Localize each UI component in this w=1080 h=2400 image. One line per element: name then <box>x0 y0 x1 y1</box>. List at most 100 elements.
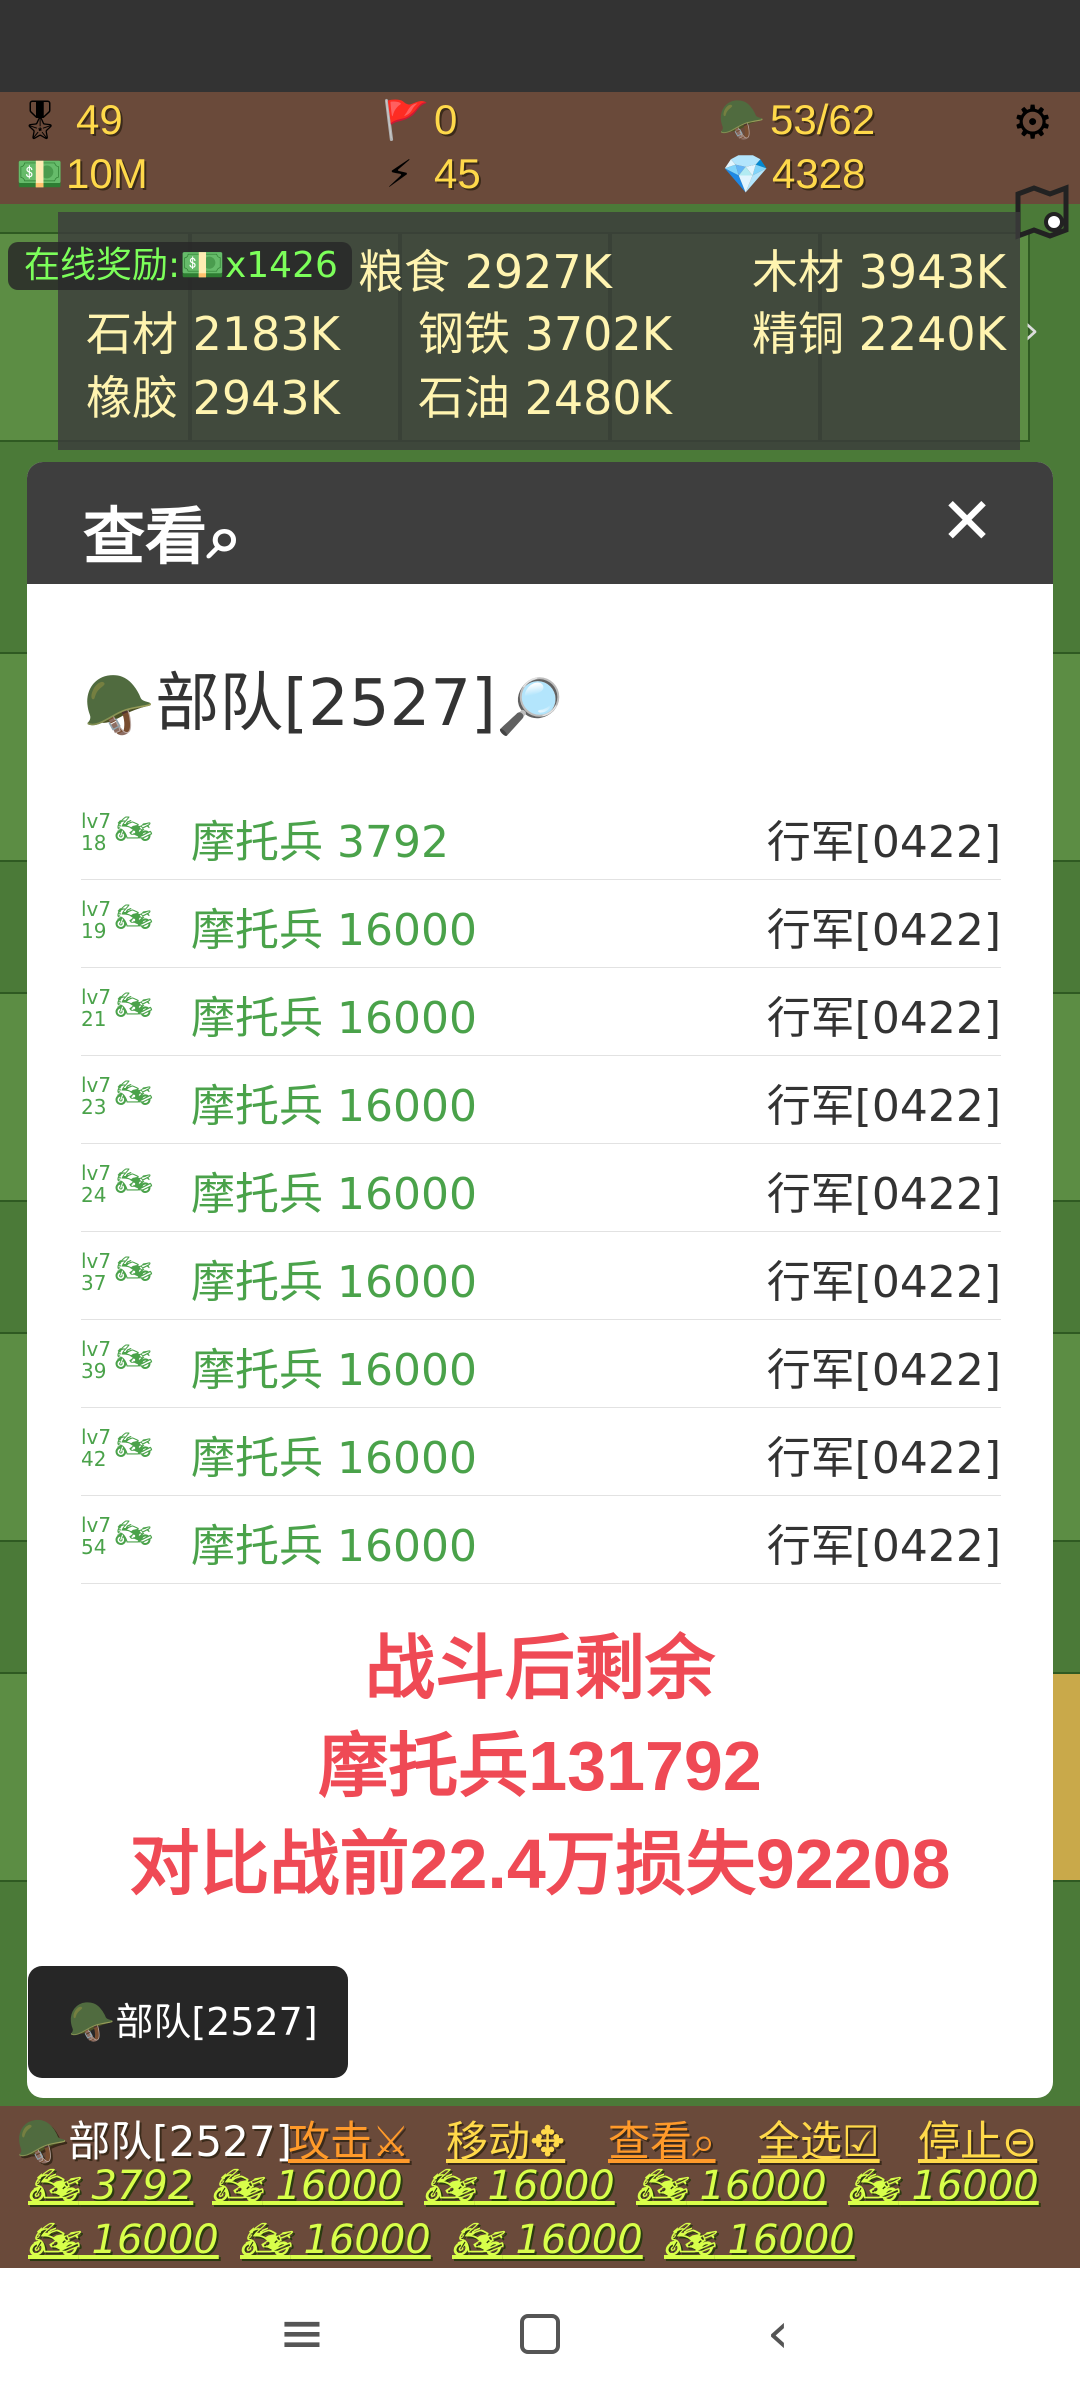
money-count: 10M <box>66 150 148 197</box>
troop-chip[interactable]: 🏍 16000 <box>848 2162 1039 2209</box>
helmet-icon: 🪖 <box>83 671 156 739</box>
resource-steel: 钢铁 3702K <box>418 307 672 361</box>
move-button[interactable]: 移动✥ <box>446 2108 565 2169</box>
unit-row[interactable]: lv7 21 🏍 摩托兵 16000 行军[0422] <box>81 968 1001 1056</box>
level-tier: lv7 <box>81 1513 112 1537</box>
motorcycle-icon: 🏍 <box>848 2163 899 2209</box>
unit-status: 行军[0422] <box>766 1345 1001 1396</box>
level-tier: lv7 <box>81 1073 112 1097</box>
magnifier-icon[interactable]: 🔎 <box>496 675 563 738</box>
motorcycle-icon: 🏍 <box>115 1516 154 1551</box>
level-tier: lv7 <box>81 809 112 833</box>
select-all-button[interactable]: 全选☑ <box>758 2108 880 2169</box>
unit-row[interactable]: lv7 54 🏍 摩托兵 16000 行军[0422] <box>81 1496 1001 1584</box>
unit-name: 摩托兵 16000 <box>191 1257 477 1308</box>
action-troop-text: 部队[2527] <box>68 2117 292 2166</box>
troop-chip[interactable]: 🏍 16000 <box>240 2216 431 2263</box>
unit-status: 行军[0422] <box>766 1433 1001 1484</box>
home-icon[interactable] <box>500 2298 580 2370</box>
unit-name: 摩托兵 16000 <box>191 905 477 956</box>
motorcycle-icon: 🏍 <box>664 2217 715 2263</box>
action-bar: 🪖部队[2527] 攻击⚔ 移动✥ 查看⌕ 全选☑ 停止⊝ 🏍 3792 🏍 1… <box>0 2106 1080 2268</box>
toast-label: 部队[2527] <box>115 2000 318 2044</box>
troop-toast: 🪖部队[2527] <box>28 1966 348 2078</box>
troop-chip[interactable]: 🏍 16000 <box>424 2162 615 2209</box>
unit-level: lv7 39 <box>81 1338 115 1382</box>
unit-row[interactable]: lv7 24 🏍 摩托兵 16000 行军[0422] <box>81 1144 1001 1232</box>
motorcycle-icon: 🏍 <box>115 1428 154 1463</box>
troop-chip[interactable]: 🏍 16000 <box>664 2216 855 2263</box>
helmet-icon: 🪖 <box>16 2117 69 2166</box>
troop-chip[interactable]: 🏍 16000 <box>212 2162 403 2209</box>
troop-chip-count: 16000 <box>727 2217 855 2263</box>
back-icon[interactable]: ‹ <box>738 2298 818 2370</box>
troop-chip[interactable]: 🏍 16000 <box>636 2162 827 2209</box>
motorcycle-icon: 🏍 <box>115 1252 154 1287</box>
troop-chip[interactable]: 🏍 3792 <box>28 2162 193 2209</box>
unit-status: 行军[0422] <box>766 1169 1001 1220</box>
helmet-icon: 🪖 <box>718 98 766 142</box>
motorcycle-icon: 🏍 <box>115 1076 154 1111</box>
online-reward-badge[interactable]: 在线奖励:💵x1426 <box>8 242 352 290</box>
menu-icon[interactable]: ≡ <box>262 2298 342 2370</box>
motorcycle-icon: 🏍 <box>636 2163 687 2209</box>
unit-status: 行军[0422] <box>766 1521 1001 1572</box>
unit-name: 摩托兵 16000 <box>191 1169 477 1220</box>
troop-chip[interactable]: 🏍 16000 <box>452 2216 643 2263</box>
level-number: 24 <box>81 1183 107 1207</box>
map-icon[interactable] <box>1012 182 1072 242</box>
level-tier: lv7 <box>81 985 112 1009</box>
troop-heading-label: 部队[2527] <box>155 667 497 741</box>
motorcycle-icon: 🏍 <box>115 1164 154 1199</box>
view-button[interactable]: 查看⌕ <box>608 2108 716 2169</box>
unit-row[interactable]: lv7 37 🏍 摩托兵 16000 行军[0422] <box>81 1232 1001 1320</box>
troop-chip-count: 16000 <box>275 2163 403 2209</box>
unit-status: 行军[0422] <box>766 817 1001 868</box>
annotation-line: 战斗后剩余 <box>365 1629 715 1707</box>
view-dialog: 查看⌕ ✕ 🪖部队[2527]🔎 lv7 18 🏍 摩托兵 3792 行军[042… <box>27 462 1053 2098</box>
level-tier: lv7 <box>81 1337 112 1361</box>
unit-name: 摩托兵 16000 <box>191 1081 477 1132</box>
top-hud: 🎖 49 🚩 0 🪖 53/62 ⚙ 💵 10M ⚡ 45 💎 4328 <box>0 92 1080 204</box>
resource-wood: 木材 3943K <box>752 245 1006 299</box>
troop-chip[interactable]: 🏍 16000 <box>28 2216 219 2263</box>
action-troop-label: 🪖部队[2527] <box>16 2108 292 2169</box>
resource-food: 粮食 2927K <box>358 245 612 299</box>
unit-row[interactable]: lv7 18 🏍 摩托兵 3792 行军[0422] <box>81 792 1001 880</box>
level-number: 42 <box>81 1447 107 1471</box>
unit-level: lv7 24 <box>81 1162 115 1206</box>
unit-row[interactable]: lv7 23 🏍 摩托兵 16000 行军[0422] <box>81 1056 1001 1144</box>
unit-row[interactable]: lv7 19 🏍 摩托兵 16000 行军[0422] <box>81 880 1001 968</box>
medal-icon: 🎖 <box>16 98 65 142</box>
system-nav-bar: ≡ ‹ <box>0 2268 1080 2400</box>
level-number: 39 <box>81 1359 107 1383</box>
lightning-icon: ⚡ <box>386 152 413 196</box>
chevron-right-icon[interactable]: › <box>1024 308 1039 352</box>
unit-status: 行军[0422] <box>766 1257 1001 1308</box>
unit-level: lv7 19 <box>81 898 115 942</box>
helmet-icon: 🪖 <box>68 2000 116 2044</box>
unit-level: lv7 21 <box>81 986 115 1030</box>
unit-level: lv7 23 <box>81 1074 115 1118</box>
level-number: 23 <box>81 1095 107 1119</box>
dialog-header: 查看⌕ ✕ <box>27 462 1053 584</box>
gear-icon[interactable]: ⚙ <box>1012 98 1053 146</box>
money-icon: 💵 <box>16 152 64 196</box>
unit-row[interactable]: lv7 42 🏍 摩托兵 16000 行军[0422] <box>81 1408 1001 1496</box>
troop-capacity: 53/62 <box>770 96 876 143</box>
troop-chip-count: 16000 <box>487 2163 615 2209</box>
unit-name: 摩托兵 16000 <box>191 1521 477 1572</box>
motorcycle-icon: 🏍 <box>115 900 154 935</box>
motorcycle-icon: 🏍 <box>240 2217 291 2263</box>
attack-button[interactable]: 攻击⚔ <box>288 2108 410 2169</box>
motorcycle-icon: 🏍 <box>212 2163 263 2209</box>
level-number: 18 <box>81 831 107 855</box>
unit-level: lv7 37 <box>81 1250 115 1294</box>
stop-button[interactable]: 停止⊝ <box>918 2108 1037 2169</box>
resource-oil: 石油 2480K <box>418 371 672 425</box>
motorcycle-icon: 🏍 <box>28 2217 79 2263</box>
unit-status: 行军[0422] <box>766 993 1001 1044</box>
motorcycle-icon: 🏍 <box>452 2217 503 2263</box>
close-button[interactable]: ✕ <box>927 482 1007 562</box>
unit-row[interactable]: lv7 39 🏍 摩托兵 16000 行军[0422] <box>81 1320 1001 1408</box>
